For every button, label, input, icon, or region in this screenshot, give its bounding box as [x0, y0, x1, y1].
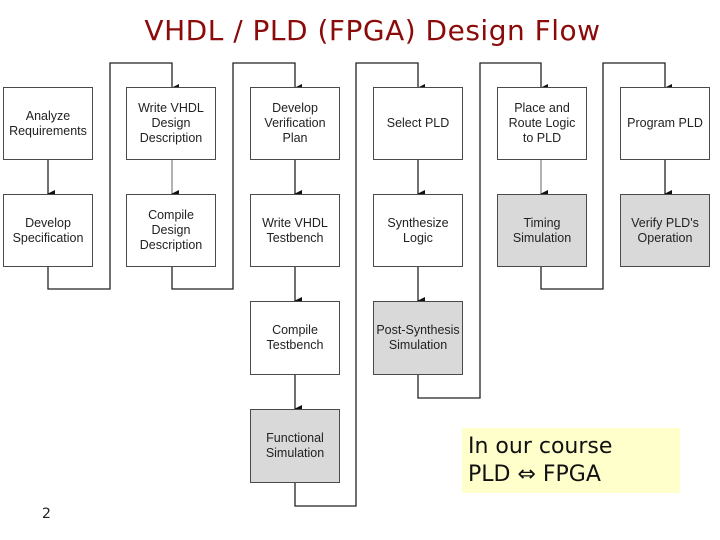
course-note: In our course PLD ⇔ FPGA	[462, 428, 680, 493]
step-functional-simulation: Functional Simulation	[250, 409, 340, 483]
step-write-vhdl-testbench: Write VHDL Testbench	[250, 194, 340, 267]
step-program-pld: Program PLD	[620, 87, 710, 160]
step-analyze-requirements: Analyze Requirements	[3, 87, 93, 160]
step-verify-pld-operation: Verify PLD's Operation	[620, 194, 710, 267]
step-place-and-route: Place and Route Logic to PLD	[497, 87, 587, 160]
course-note-line1: In our course	[468, 434, 613, 459]
step-synthesize-logic: Synthesize Logic	[373, 194, 463, 267]
page-number: 2	[42, 506, 51, 522]
step-compile-design: Compile Design Description	[126, 194, 216, 267]
step-select-pld: Select PLD	[373, 87, 463, 160]
step-compile-testbench: Compile Testbench	[250, 301, 340, 375]
step-timing-simulation: Timing Simulation	[497, 194, 587, 267]
step-develop-verification-plan: Develop Verification Plan	[250, 87, 340, 160]
course-note-line2: PLD ⇔ FPGA	[468, 462, 601, 487]
step-post-synthesis-simulation: Post-Synthesis Simulation	[373, 301, 463, 375]
step-write-vhdl-design: Write VHDL Design Description	[126, 87, 216, 160]
step-develop-specification: Develop Specification	[3, 194, 93, 267]
